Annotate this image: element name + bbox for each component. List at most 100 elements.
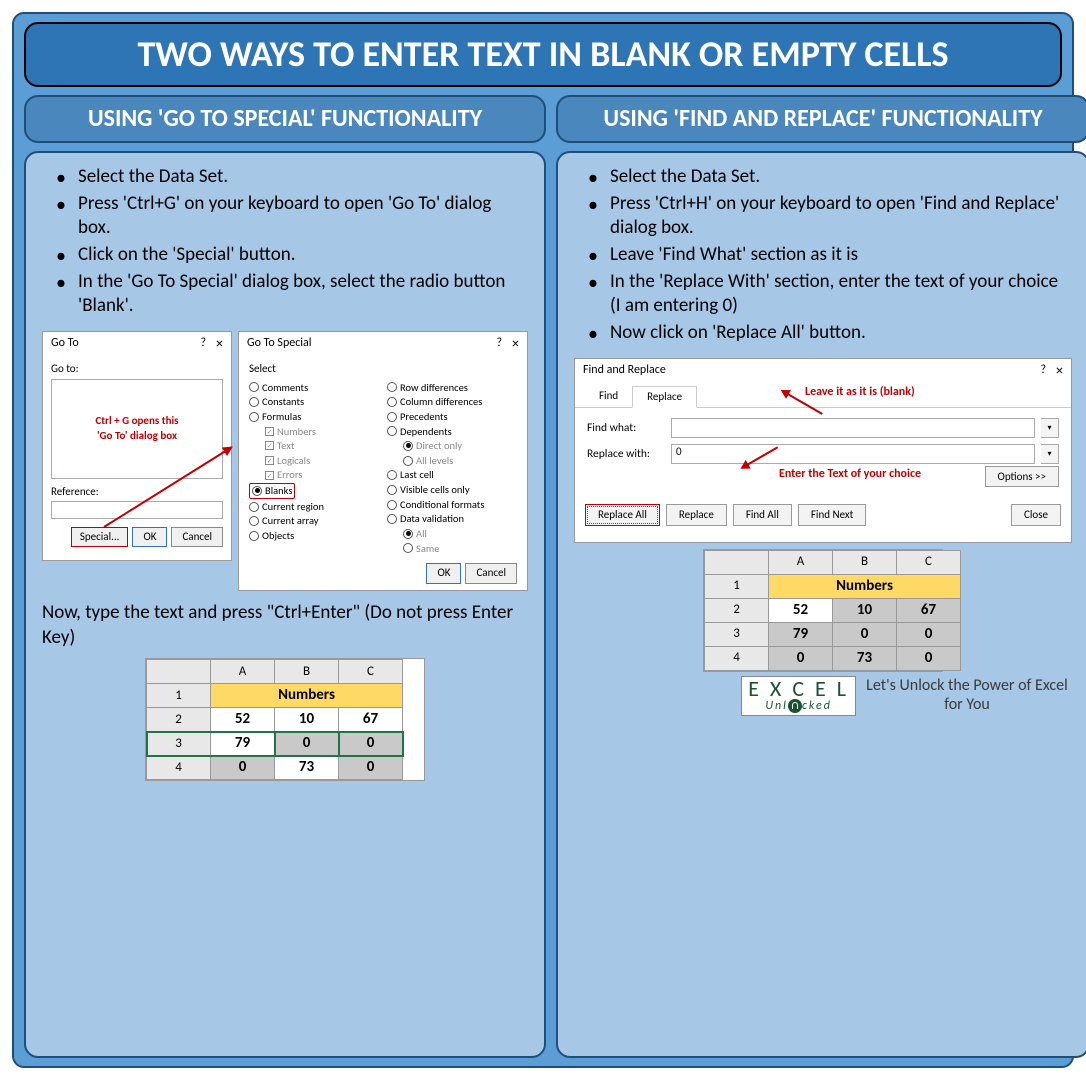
find-all-button[interactable]: Find All [733,504,792,526]
goto-list-label: Go to: [51,362,223,376]
replace-all-button[interactable]: Replace All [585,504,660,526]
infographic-container: TWO WAYS TO ENTER TEXT IN BLANK OR EMPTY… [12,12,1074,1068]
replace-with-input[interactable]: 0 [671,444,1035,464]
gts-select-label: Select [249,362,517,376]
help-icon[interactable]: ? [200,336,206,352]
tab-find[interactable]: Find [585,386,632,408]
radio-constants[interactable]: Constants [249,395,379,409]
sheet-header: Numbers [769,574,961,598]
footer: E X C E L Unlcked Let's Unlock the Power… [574,676,1072,716]
tab-replace[interactable]: Replace [632,386,697,408]
hint-text: Ctrl + G opens this [95,414,178,428]
find-replace-dialog: Find and Replace ? × Find Replace Find w… [574,358,1072,543]
sample-sheet-right: ABC 1Numbers 2521067 37900 40730 [703,549,943,672]
right-bullet-list: Select the Data Set. Press 'Ctrl+H' on y… [574,165,1072,346]
close-icon[interactable]: × [1056,362,1063,380]
find-next-button[interactable]: Find Next [798,504,867,526]
radio-same: Same [387,542,517,556]
logo-text-top: E X C E L [748,679,849,699]
sheet-header: Numbers [211,684,403,708]
ok-button[interactable]: OK [426,563,461,583]
gts-title-text: Go To Special [247,336,312,352]
radio-cond-formats[interactable]: Conditional formats [387,498,517,512]
goto-titlebar: Go To ? × [43,332,231,356]
radio-visible[interactable]: Visible cells only [387,483,517,497]
dialog-screenshots: Go To ? × Go to: Ctrl + G opens this 'Go… [42,331,528,591]
bullet: Click on the 'Special' button. [52,243,528,268]
right-heading: USING 'FIND AND REPLACE' FUNCTIONALITY [556,95,1086,143]
callout-find-note: Leave it as it is (blank) [805,385,915,401]
gts-left-options: Comments Constants Formulas ✓Numbers ✓Te… [249,381,379,556]
radio-comments[interactable]: Comments [249,381,379,395]
radio-row-diff[interactable]: Row differences [387,381,517,395]
close-icon[interactable]: × [216,335,223,353]
goto-list[interactable]: Ctrl + G opens this 'Go To' dialog box [51,379,223,479]
bullet: Select the Data Set. [584,165,1072,190]
columns: USING 'GO TO SPECIAL' FUNCTIONALITY Sele… [24,95,1062,1058]
radio-dependents[interactable]: Dependents [387,425,517,439]
ok-button[interactable]: OK [132,527,167,547]
instruction-text: Now, type the text and press "Ctrl+Enter… [42,601,528,650]
left-heading: USING 'GO TO SPECIAL' FUNCTIONALITY [24,95,546,143]
logo-text-bottom2: cked [802,698,832,712]
radio-blanks[interactable]: Blanks [249,483,379,499]
goto-special-dialog: Go To Special ? × Select Comments [238,331,528,591]
gts-right-options: Row differences Column differences Prece… [387,381,517,556]
replace-with-label: Replace with: [587,447,665,462]
fr-titlebar: Find and Replace ? × [575,359,1071,383]
help-icon[interactable]: ? [1040,363,1046,379]
radio-formulas[interactable]: Formulas [249,410,379,424]
left-content: Select the Data Set. Press 'Ctrl+G' on y… [24,151,546,1058]
excel-unlocked-logo: E X C E L Unlcked [741,676,856,716]
radio-direct: Direct only [387,439,517,453]
special-button[interactable]: Special... [71,527,129,547]
radio-last-cell[interactable]: Last cell [387,468,517,482]
bullet: Press 'Ctrl+H' on your keyboard to open … [584,192,1072,241]
left-column: USING 'GO TO SPECIAL' FUNCTIONALITY Sele… [24,95,546,1058]
main-title: TWO WAYS TO ENTER TEXT IN BLANK OR EMPTY… [24,22,1062,87]
radio-objects[interactable]: Objects [249,529,379,543]
check-numbers: ✓Numbers [249,425,379,439]
goto-dialog: Go To ? × Go to: Ctrl + G opens this 'Go… [42,331,232,561]
logo-text-bottom: Unl [765,698,788,712]
left-bullet-list: Select the Data Set. Press 'Ctrl+G' on y… [42,165,528,319]
fr-title-text: Find and Replace [583,363,666,379]
bullet: Leave 'Find What' section as it is [584,243,1072,268]
help-icon[interactable]: ? [496,336,502,352]
hint-text: 'Go To' dialog box [97,429,177,443]
sample-sheet-left: ABC 1Numbers 2521067 37900 40730 [145,658,425,781]
right-content: Select the Data Set. Press 'Ctrl+H' on y… [556,151,1086,1058]
dropdown-icon[interactable]: ▾ [1041,418,1059,438]
cancel-button[interactable]: Cancel [465,563,517,583]
close-icon[interactable]: × [512,335,519,353]
close-button[interactable]: Close [1011,504,1061,526]
radio-all: All [387,527,517,541]
reference-label: Reference: [51,485,223,499]
tagline: Let's Unlock the Power of Excel for You [862,677,1072,714]
radio-col-diff[interactable]: Column differences [387,395,517,409]
radio-current-array[interactable]: Current array [249,514,379,528]
callout-replace-note: Enter the Text of your choice [775,467,925,483]
check-errors: ✓Errors [249,468,379,482]
bullet: Select the Data Set. [52,165,528,190]
right-column: USING 'FIND AND REPLACE' FUNCTIONALITY S… [556,95,1086,1058]
radio-data-validation[interactable]: Data validation [387,512,517,526]
bullet: Press 'Ctrl+G' on your keyboard to open … [52,192,528,241]
check-text: ✓Text [249,439,379,453]
bullet: Now click on 'Replace All' button. [584,321,1072,346]
check-logicals: ✓Logicals [249,454,379,468]
lock-icon [788,699,802,713]
bullet: In the 'Go To Special' dialog box, selec… [52,270,528,319]
radio-precedents[interactable]: Precedents [387,410,517,424]
bullet: In the 'Replace With' section, enter the… [584,270,1072,319]
cancel-button[interactable]: Cancel [171,527,223,547]
gts-titlebar: Go To Special ? × [239,332,527,356]
find-what-input[interactable] [671,418,1035,438]
goto-title-text: Go To [51,336,79,352]
options-button[interactable]: Options >> [985,466,1059,487]
find-what-label: Find what: [587,421,665,436]
radio-current-region[interactable]: Current region [249,500,379,514]
radio-all-levels: All levels [387,454,517,468]
replace-button[interactable]: Replace [666,504,727,526]
dropdown-icon[interactable]: ▾ [1041,444,1059,464]
